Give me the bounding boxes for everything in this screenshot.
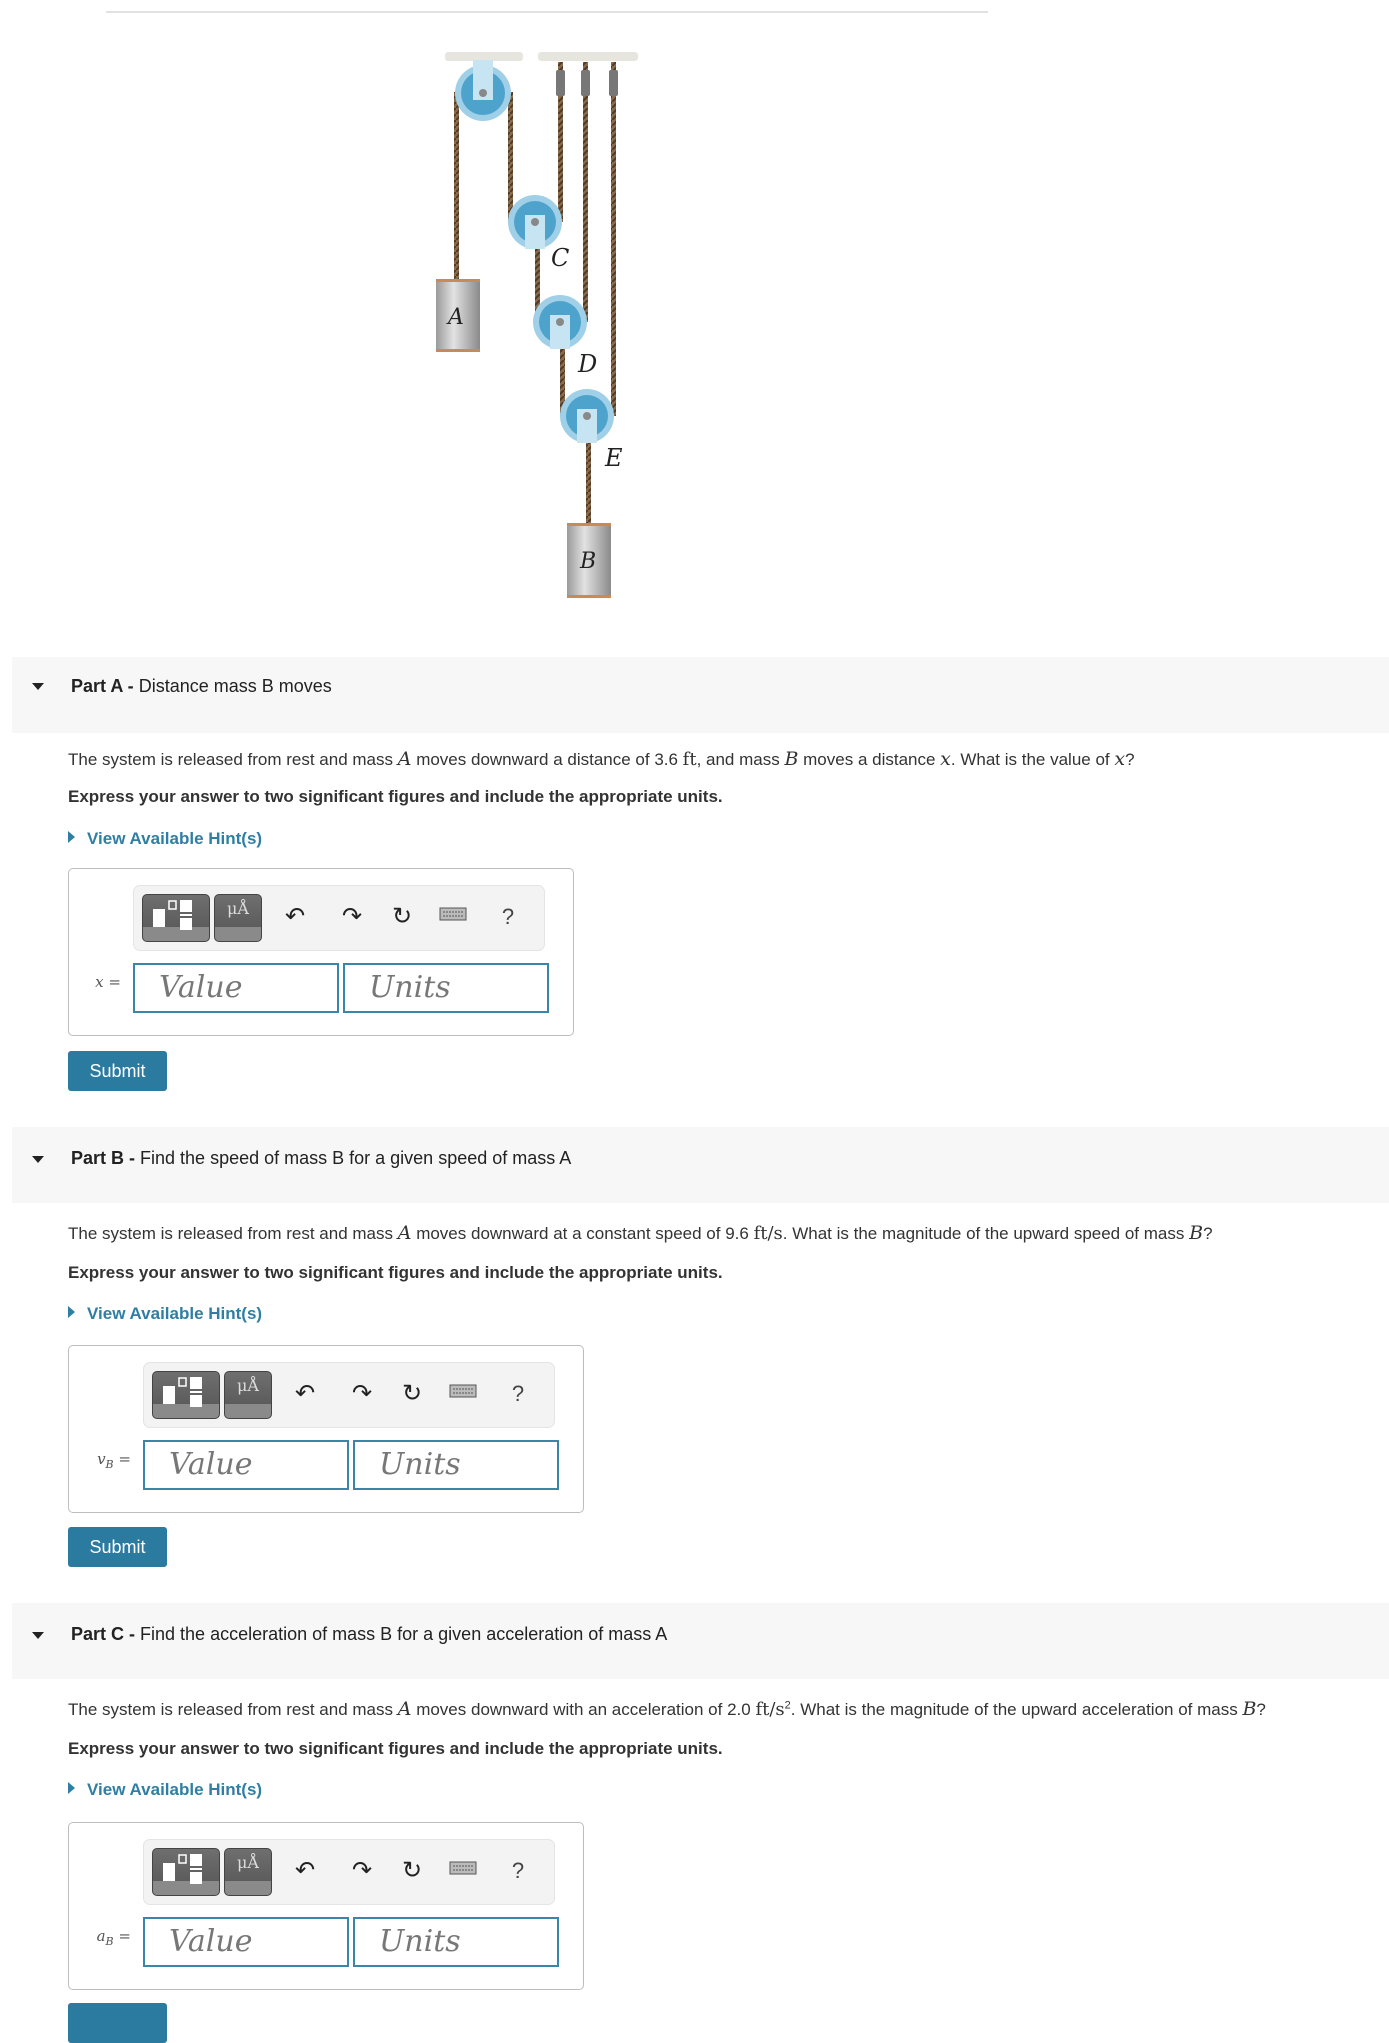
undo-icon[interactable]: ↶ <box>290 1856 320 1886</box>
redo-icon[interactable]: ↷ <box>337 902 367 932</box>
collapse-caret-icon[interactable] <box>32 683 44 690</box>
label-b: B <box>579 549 596 574</box>
reset-icon[interactable]: ↻ <box>397 1379 427 1409</box>
part-a-instruction: Express your answer to two significant f… <box>68 787 723 806</box>
rope <box>611 62 616 416</box>
part-c-answer-box: μÅ ↶ ↷ ↻ ? aB = Value Units <box>68 1822 584 1990</box>
part-c-hint-link[interactable]: View Available Hint(s) <box>68 1780 262 1800</box>
help-icon[interactable]: ? <box>503 1379 533 1409</box>
units-input[interactable]: Units <box>343 963 549 1013</box>
units-button[interactable]: μÅ <box>224 1848 272 1896</box>
expand-hint-icon <box>68 1306 75 1318</box>
units-button[interactable]: μÅ <box>214 894 262 942</box>
part-c-question: The system is released from rest and mas… <box>68 1698 1266 1720</box>
rope <box>583 62 588 322</box>
templates-button[interactable] <box>152 1848 220 1896</box>
pulley-e <box>560 389 614 443</box>
math-toolbar: μÅ ↶ ↷ ↻ ? <box>133 885 545 951</box>
expand-hint-icon <box>68 831 75 843</box>
undo-icon[interactable]: ↶ <box>280 902 310 932</box>
templates-icon <box>153 900 192 930</box>
redo-icon[interactable]: ↷ <box>347 1856 377 1886</box>
value-input[interactable]: Value <box>143 1917 349 1967</box>
help-icon[interactable]: ? <box>493 902 523 932</box>
units-input[interactable]: Units <box>353 1917 559 1967</box>
part-a-title[interactable]: Part A - Distance mass B moves <box>71 676 332 697</box>
reset-icon[interactable]: ↻ <box>397 1856 427 1886</box>
collapse-caret-icon[interactable] <box>32 1156 44 1163</box>
keyboard-icon[interactable] <box>448 1856 478 1886</box>
value-input[interactable]: Value <box>143 1440 349 1490</box>
templates-icon <box>163 1854 202 1884</box>
ceiling-left <box>445 52 523 61</box>
redo-icon[interactable]: ↷ <box>347 1379 377 1409</box>
variable-label: vB = <box>97 1450 131 1471</box>
keyboard-icon[interactable] <box>448 1379 478 1409</box>
part-c-instruction: Express your answer to two significant f… <box>68 1739 723 1758</box>
math-toolbar: μÅ ↶ ↷ ↻ ? <box>143 1362 555 1428</box>
part-c-title[interactable]: Part C - Find the acceleration of mass B… <box>71 1624 667 1645</box>
part-b-instruction: Express your answer to two significant f… <box>68 1263 723 1282</box>
value-input[interactable]: Value <box>133 963 339 1013</box>
variable-label: x = <box>95 973 121 991</box>
units-button[interactable]: μÅ <box>224 1371 272 1419</box>
math-toolbar: μÅ ↶ ↷ ↻ ? <box>143 1839 555 1905</box>
part-a-submit-button[interactable]: Submit <box>68 1051 167 1091</box>
pulley-figure: A B C D E <box>436 52 638 598</box>
top-divider <box>106 11 988 13</box>
label-c: C <box>551 244 569 272</box>
pulley-c <box>508 195 562 249</box>
pulley-top <box>455 60 511 121</box>
ceiling-right <box>538 52 638 61</box>
keyboard-icon[interactable] <box>438 902 468 932</box>
expand-hint-icon <box>68 1782 75 1794</box>
rope <box>508 92 513 222</box>
part-b-title[interactable]: Part B - Find the speed of mass B for a … <box>71 1148 571 1169</box>
rope <box>454 92 459 280</box>
help-icon[interactable]: ? <box>503 1856 533 1886</box>
part-b-submit-button[interactable]: Submit <box>68 1527 167 1567</box>
templates-button[interactable] <box>142 894 210 942</box>
collapse-caret-icon[interactable] <box>32 1632 44 1639</box>
part-a-answer-box: μÅ ↶ ↷ ↻ ? x = Value Units <box>68 868 574 1036</box>
templates-icon <box>163 1377 202 1407</box>
part-a-hint-link[interactable]: View Available Hint(s) <box>68 829 262 849</box>
undo-icon[interactable]: ↶ <box>290 1379 320 1409</box>
templates-button[interactable] <box>152 1371 220 1419</box>
reset-icon[interactable]: ↻ <box>387 902 417 932</box>
part-c-submit-button[interactable] <box>68 2003 167 2043</box>
part-b-hint-link[interactable]: View Available Hint(s) <box>68 1304 262 1324</box>
variable-label: aB = <box>96 1927 131 1948</box>
label-e: E <box>604 444 623 472</box>
label-a: A <box>446 305 464 330</box>
label-d: D <box>577 350 597 378</box>
part-b-question: The system is released from rest and mas… <box>68 1222 1213 1244</box>
part-b-answer-box: μÅ ↶ ↷ ↻ ? vB = Value Units <box>68 1345 584 1513</box>
pulley-d <box>533 295 587 349</box>
units-input[interactable]: Units <box>353 1440 559 1490</box>
part-a-question: The system is released from rest and mas… <box>68 748 1135 770</box>
